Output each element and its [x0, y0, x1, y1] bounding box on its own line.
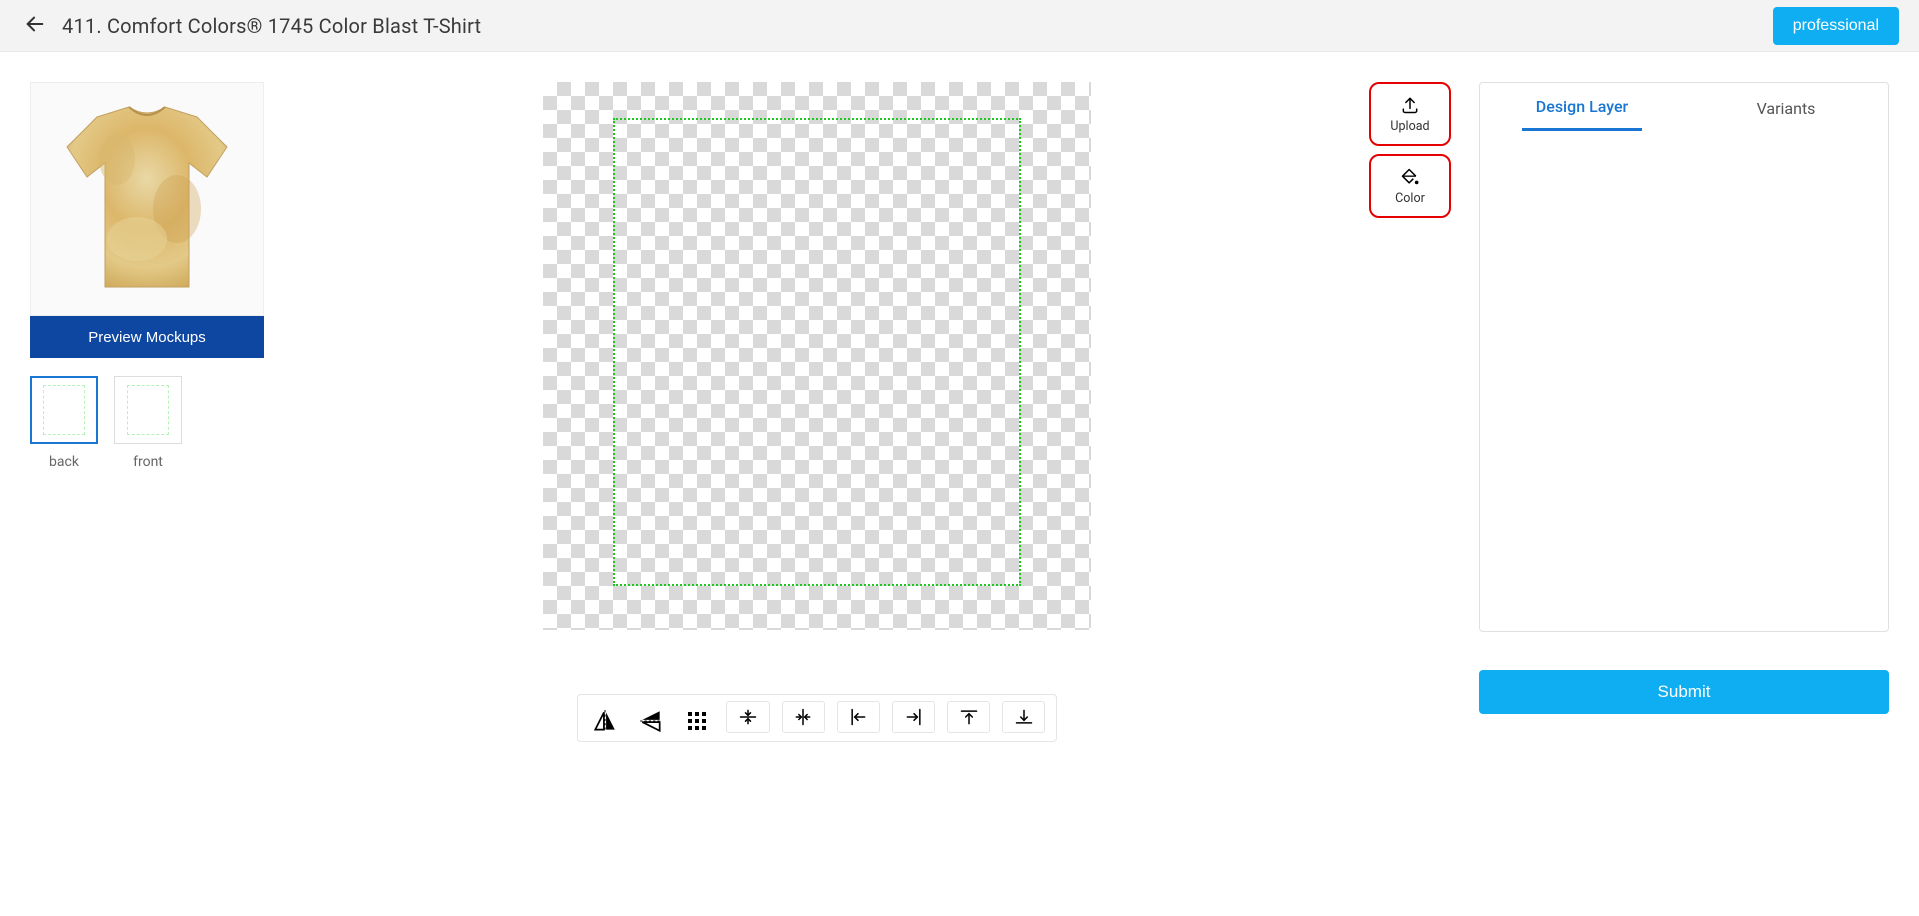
page-title: 411. Comfort Colors® 1745 Color Blast T-… — [62, 14, 481, 38]
align-top-icon[interactable] — [947, 701, 990, 733]
color-button[interactable]: Color — [1369, 154, 1451, 218]
thumb-label: back — [30, 454, 98, 470]
flip-horizontal-icon[interactable] — [588, 701, 622, 741]
preview-mockups-button[interactable]: Preview Mockups — [30, 316, 264, 358]
align-vertical-center-icon[interactable] — [726, 701, 769, 733]
mockup-image — [30, 82, 264, 316]
flip-vertical-icon[interactable] — [634, 701, 668, 741]
submit-button[interactable]: Submit — [1479, 670, 1889, 714]
thumb-back[interactable]: back — [30, 376, 98, 470]
right-tools: Upload Color — [1369, 82, 1451, 742]
tab-variants[interactable]: Variants — [1684, 83, 1888, 133]
print-area-outline — [613, 118, 1021, 586]
upload-button[interactable]: Upload — [1369, 82, 1451, 146]
professional-button[interactable]: professional — [1773, 7, 1899, 45]
thumb-front[interactable]: front — [114, 376, 182, 470]
grid-icon[interactable] — [680, 701, 714, 741]
center-column — [292, 82, 1341, 742]
upload-label: Upload — [1390, 119, 1429, 134]
align-horizontal-center-icon[interactable] — [782, 701, 825, 733]
topbar: 411. Comfort Colors® 1745 Color Blast T-… — [0, 0, 1919, 52]
left-column: Preview Mockups back front — [30, 82, 264, 742]
right-panel: Design Layer Variants Submit — [1479, 82, 1889, 742]
design-canvas[interactable] — [543, 82, 1091, 630]
thumb-label: front — [114, 454, 182, 470]
design-toolbar — [577, 694, 1057, 742]
tab-design-layer[interactable]: Design Layer — [1480, 83, 1684, 133]
align-bottom-icon[interactable] — [1002, 701, 1045, 733]
back-icon[interactable] — [24, 13, 46, 39]
align-right-icon[interactable] — [892, 701, 935, 733]
align-left-icon[interactable] — [837, 701, 880, 733]
color-label: Color — [1395, 191, 1425, 206]
